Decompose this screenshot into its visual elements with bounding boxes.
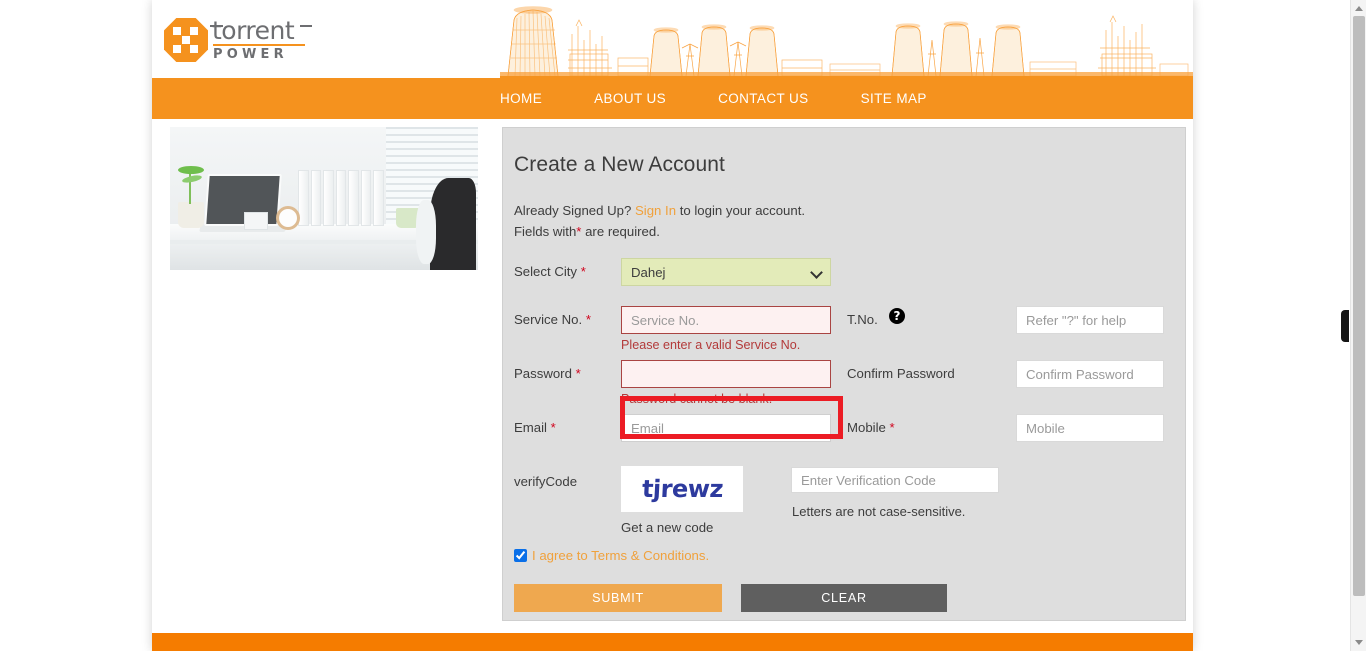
row-password: Password * Password cannot be blank. Con…	[503, 358, 1185, 412]
mobile-label: Mobile *	[847, 420, 895, 435]
captcha-text: tjrewz	[640, 475, 724, 503]
captcha-image: tjrewz	[621, 466, 743, 512]
page-gutter-right	[1201, 0, 1320, 651]
password-required-mark: *	[575, 366, 581, 381]
select-city-dropdown[interactable]: Dahej	[621, 258, 831, 286]
select-city-wrapper: Dahej	[621, 258, 831, 286]
case-sensitive-note: Letters are not case-sensitive.	[792, 504, 966, 519]
main-navigation: HOME ABOUT US CONTACT US SITE MAP	[152, 78, 1193, 119]
email-required-mark: *	[550, 420, 556, 435]
nav-item-home[interactable]: HOME	[500, 91, 542, 106]
create-account-panel: Create a New Account Already Signed Up? …	[502, 127, 1186, 621]
terms-label[interactable]: I agree to Terms & Conditions.	[532, 548, 709, 563]
page-title: Create a New Account	[514, 153, 725, 176]
office-desk-photo	[170, 127, 478, 270]
row-select-city: Select City * Dahej	[503, 258, 1185, 306]
screen: torrent POWER HOME ABOUT US CONTACT US S…	[0, 0, 1366, 651]
service-no-input[interactable]	[621, 306, 831, 334]
scrollbar-thumb[interactable]	[1353, 16, 1365, 596]
required-note-suffix: are required.	[581, 224, 660, 239]
logo-divider	[213, 44, 305, 46]
logo-wordmark: torrent	[212, 16, 295, 45]
select-city-label: Select City *	[514, 264, 586, 279]
page-gutter-left	[0, 0, 140, 651]
submit-button[interactable]: SUBMIT	[514, 584, 722, 612]
mobile-required-mark: *	[889, 420, 895, 435]
page-body: Create a New Account Already Signed Up? …	[152, 119, 1193, 632]
service-no-required-mark: *	[585, 312, 591, 327]
mobile-input[interactable]	[1016, 414, 1164, 442]
scroll-down-arrow-icon[interactable]	[1355, 640, 1363, 645]
edge-side-tab[interactable]	[1341, 310, 1349, 342]
email-label: Email *	[514, 420, 556, 435]
torrent-logo-mark-icon	[164, 18, 208, 62]
form-rows: Select City * Dahej Service No. * Servic…	[503, 258, 1185, 620]
nav-item-site-map[interactable]: SITE MAP	[861, 91, 927, 106]
row-email: Email * Mobile *	[503, 412, 1185, 466]
site-footer-bar	[152, 633, 1193, 651]
terms-checkbox[interactable]	[514, 549, 527, 562]
terms-agreement: I agree to Terms & Conditions.	[514, 548, 709, 563]
torrent-power-logo[interactable]: torrent POWER	[164, 16, 312, 64]
site-container: torrent POWER HOME ABOUT US CONTACT US S…	[152, 0, 1193, 651]
power-plant-banner-illustration	[500, 6, 1193, 78]
row-terms: I agree to Terms & Conditions.	[503, 546, 1185, 580]
logo-subtext: POWER	[213, 47, 288, 62]
row-actions: SUBMIT CLEAR	[503, 580, 1185, 620]
nav-item-about-us[interactable]: ABOUT US	[594, 91, 666, 106]
site-header: torrent POWER	[152, 0, 1193, 78]
password-error: Password cannot be blank.	[621, 392, 773, 406]
confirm-password-label: Confirm Password	[847, 366, 955, 381]
intro-text: Already Signed Up? Sign In to login your…	[514, 200, 1185, 242]
question-mark-circle-icon[interactable]: ?	[889, 308, 905, 324]
row-verify-code: verifyCode tjrewz Get a new code Letters…	[503, 466, 1185, 546]
vertical-scrollbar[interactable]	[1350, 0, 1366, 651]
confirm-password-input[interactable]	[1016, 360, 1164, 388]
get-new-code-link[interactable]: Get a new code	[621, 520, 713, 535]
clear-button[interactable]: CLEAR	[741, 584, 947, 612]
password-label: Password *	[514, 366, 581, 381]
service-no-label: Service No. *	[514, 312, 591, 327]
select-city-required-mark: *	[580, 264, 586, 279]
required-note-prefix: Fields with	[514, 224, 577, 239]
verification-code-input[interactable]	[791, 467, 999, 493]
tno-label: T.No.	[847, 312, 878, 327]
tno-input[interactable]	[1016, 306, 1164, 334]
scroll-up-arrow-icon[interactable]	[1355, 6, 1363, 11]
verify-code-label: verifyCode	[514, 474, 578, 489]
email-input[interactable]	[621, 414, 831, 442]
row-service-no: Service No. * Please enter a valid Servi…	[503, 306, 1185, 358]
service-no-error: Please enter a valid Service No.	[621, 338, 801, 352]
password-input[interactable]	[621, 360, 831, 388]
sign-in-link[interactable]: Sign In	[635, 203, 676, 218]
intro-suffix: to login your account.	[676, 203, 806, 218]
intro-prefix: Already Signed Up?	[514, 203, 635, 218]
nav-item-contact-us[interactable]: CONTACT US	[718, 91, 809, 106]
